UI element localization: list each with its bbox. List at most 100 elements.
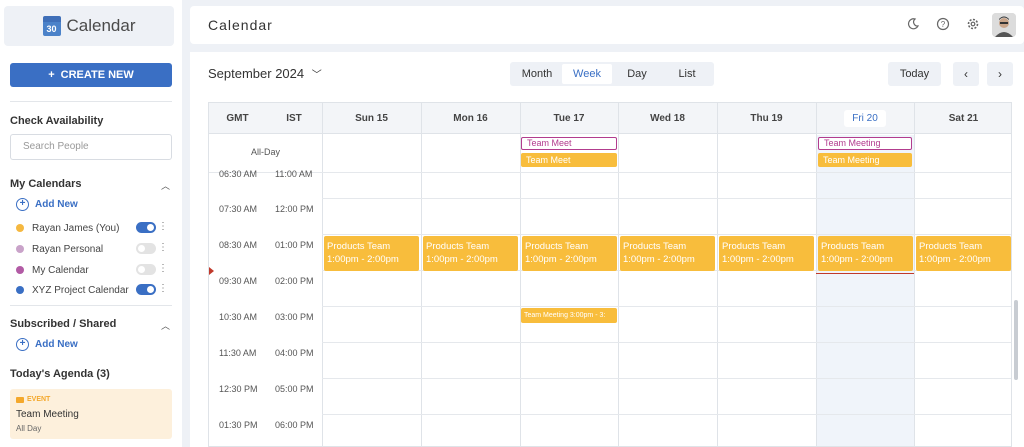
top-bar: Calendar ? [190, 6, 1024, 44]
calendar-item[interactable]: My Calendar ⋮ [16, 263, 172, 277]
grid-line [717, 103, 718, 446]
allday-divider [209, 172, 1011, 173]
event-block-small[interactable]: Team Meeting 3:00pm - 3: [521, 308, 617, 323]
event-title: Products Team [821, 241, 885, 252]
chevron-up-icon[interactable]: ︿ [161, 319, 170, 332]
agenda-title: Today's Agenda (3) [10, 368, 110, 380]
calendar-name: Rayan Personal [32, 243, 104, 255]
tz-ist-header: IST [266, 103, 322, 134]
day-header[interactable]: Wed 18 [618, 103, 717, 134]
event-block[interactable]: Products Team 1:00pm - 2:00pm [324, 236, 419, 271]
calendar-toggle[interactable] [136, 222, 156, 233]
gear-icon[interactable] [966, 17, 980, 31]
day-header[interactable]: Mon 16 [421, 103, 520, 134]
page-title: Calendar [208, 17, 273, 33]
avatar[interactable] [992, 13, 1016, 37]
svg-text:?: ? [941, 20, 946, 29]
time-ist: 06:00 PM [275, 420, 314, 430]
event-time: 1:00pm - 2:00pm [623, 254, 695, 265]
my-calendars-title: My Calendars [10, 178, 82, 190]
chevron-left-icon: ‹ [964, 67, 968, 81]
divider [10, 305, 172, 306]
calendar-name: Rayan James (You) [32, 222, 120, 234]
event-block[interactable]: Products Team 1:00pm - 2:00pm [522, 236, 617, 271]
event-title: Products Team [525, 241, 589, 252]
plus-circle-icon: + [16, 198, 29, 211]
grid-line [322, 306, 1011, 307]
time-gmt: 06:30 AM [219, 169, 258, 179]
day-header[interactable]: Thu 19 [717, 103, 816, 134]
event-block[interactable]: Products Team 1:00pm - 2:00pm [620, 236, 715, 271]
logo-text: Calendar [66, 16, 136, 35]
next-week-button[interactable]: › [987, 62, 1013, 86]
event-time: 1:00pm - 2:00pm [821, 254, 893, 265]
month-selector[interactable]: September 2024 ﹀ [208, 66, 322, 81]
subscribed-title: Subscribed / Shared [10, 318, 117, 330]
today-column-highlight [816, 135, 914, 446]
chevron-right-icon: › [998, 67, 1002, 81]
search-people-input[interactable]: Search People [10, 134, 172, 160]
day-header[interactable]: Sun 15 [322, 103, 421, 134]
grid-line [322, 103, 323, 446]
chevron-up-icon[interactable]: ︿ [161, 179, 170, 192]
calendar-toggle[interactable] [136, 284, 156, 295]
view-switcher: Month Week Day List [510, 62, 714, 86]
event-title: Products Team [722, 241, 786, 252]
time-gmt: 09:30 AM [219, 276, 258, 286]
day-header-today[interactable]: Fri 20 [816, 103, 914, 134]
allday-event[interactable]: Team Meeting [818, 137, 912, 150]
more-icon[interactable]: ⋮ [158, 263, 168, 274]
calendar-toggle[interactable] [136, 243, 156, 254]
sidebar: 30 Calendar + CREATE NEW Check Availabil… [0, 0, 182, 447]
today-button[interactable]: Today [888, 62, 941, 86]
event-block[interactable]: Products Team 1:00pm - 2:00pm [719, 236, 814, 271]
grid-line [421, 103, 422, 446]
today-date-label: Fri 20 [844, 109, 886, 127]
add-new-calendar-button[interactable]: + Add New [16, 198, 78, 211]
event-block[interactable]: Products Team 1:00pm - 2:00pm [423, 236, 518, 271]
view-week-button[interactable]: Week [562, 64, 612, 84]
event-block[interactable]: Products Team 1:00pm - 2:00pm [916, 236, 1011, 271]
calendar-icon: 30 [42, 16, 61, 36]
calendar-color-dot [16, 266, 24, 274]
view-month-button[interactable]: Month [512, 64, 562, 84]
check-availability-title: Check Availability [10, 115, 104, 127]
allday-event[interactable]: Team Meet [521, 153, 617, 167]
time-ist: 04:00 PM [275, 348, 314, 358]
current-time-marker [209, 267, 214, 275]
agenda-type-label: EVENT [27, 396, 51, 403]
day-header[interactable]: Sat 21 [914, 103, 1011, 134]
calendar-item[interactable]: Rayan Personal ⋮ [16, 242, 172, 256]
add-new-subscription-button[interactable]: + Add New [16, 338, 78, 351]
allday-event[interactable]: Team Meet [521, 137, 617, 150]
plus-icon: + [48, 69, 55, 81]
event-title: Products Team [426, 241, 490, 252]
prev-week-button[interactable]: ‹ [953, 62, 979, 86]
calendar-toggle[interactable] [136, 264, 156, 275]
view-day-button[interactable]: Day [612, 64, 662, 84]
calendar-item[interactable]: XYZ Project Calendar ⋮ [16, 283, 172, 297]
time-ist: 05:00 PM [275, 384, 314, 394]
agenda-event-time: All Day [16, 424, 42, 433]
more-icon[interactable]: ⋮ [158, 221, 168, 232]
allday-event[interactable]: Team Meeting [818, 153, 912, 167]
view-list-button[interactable]: List [662, 64, 712, 84]
event-time: 1:00pm - 2:00pm [919, 254, 991, 265]
day-header[interactable]: Tue 17 [520, 103, 618, 134]
divider [10, 101, 172, 102]
moon-icon[interactable] [906, 17, 920, 31]
agenda-card[interactable]: EVENT Team Meeting All Day [10, 389, 172, 439]
time-gmt: 01:30 PM [219, 420, 258, 430]
create-new-button[interactable]: + CREATE NEW [10, 63, 172, 87]
calendar-name: My Calendar [32, 264, 89, 276]
event-block[interactable]: Products Team 1:00pm - 2:00pm [818, 236, 913, 271]
grid-line [816, 103, 817, 446]
grid-line [322, 378, 1011, 379]
time-gmt: 08:30 AM [219, 240, 258, 250]
more-icon[interactable]: ⋮ [158, 283, 168, 294]
scrollbar[interactable] [1014, 300, 1018, 380]
more-icon[interactable]: ⋮ [158, 242, 168, 253]
calendar-item[interactable]: Rayan James (You) ⋮ [16, 221, 172, 235]
app-logo[interactable]: 30 Calendar [4, 6, 174, 46]
help-icon[interactable]: ? [936, 17, 950, 31]
